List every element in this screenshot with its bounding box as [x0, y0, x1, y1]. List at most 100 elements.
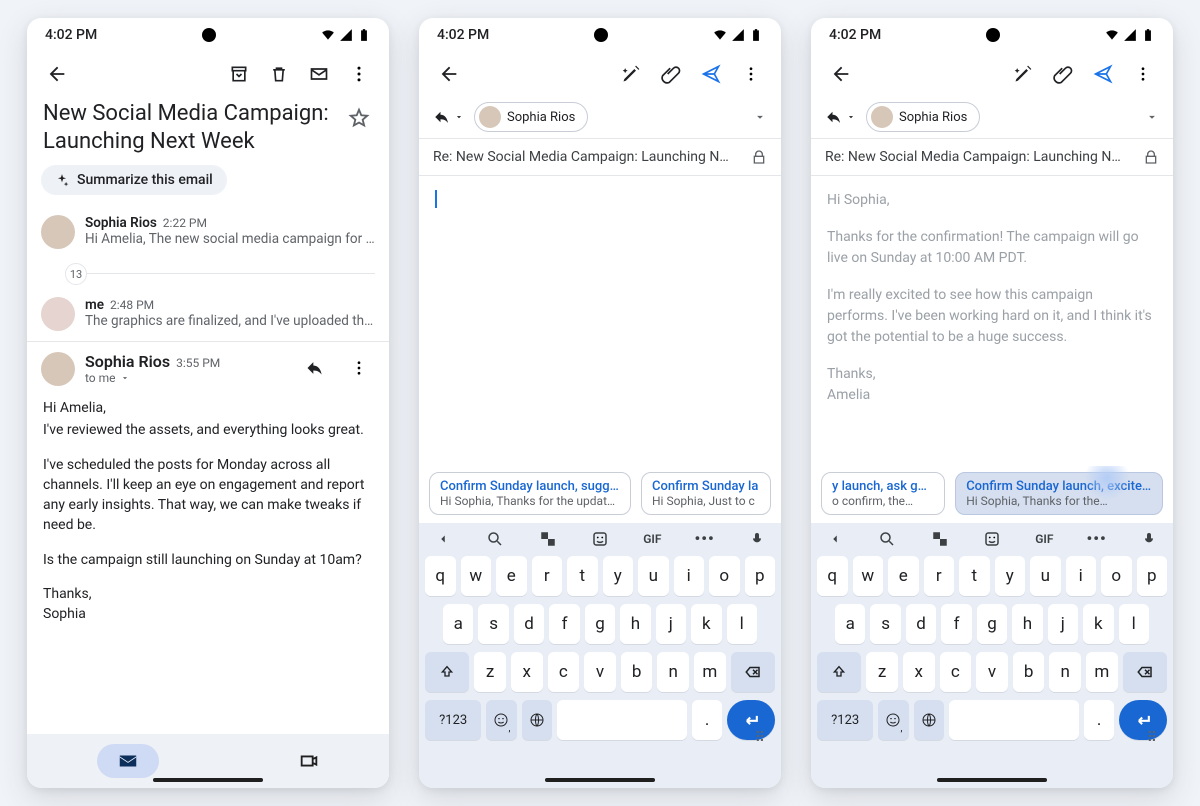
back-button[interactable] — [825, 58, 857, 90]
sticker-icon[interactable] — [980, 530, 1004, 548]
key-m[interactable]: m — [694, 652, 726, 692]
key-x[interactable]: x — [511, 652, 543, 692]
back-button[interactable] — [41, 58, 73, 90]
keyboard-handle-icon[interactable]: ⠿ — [1147, 730, 1159, 746]
emoji-key[interactable]: , — [878, 700, 908, 740]
key-h[interactable]: h — [620, 604, 650, 644]
key-y[interactable]: y — [603, 556, 634, 596]
space-key[interactable] — [557, 700, 687, 740]
gif-label[interactable]: GIF — [640, 532, 664, 546]
key-m[interactable]: m — [1086, 652, 1118, 692]
more-button[interactable] — [343, 352, 375, 384]
keyboard[interactable]: GIF ••• qwertyuiop asdfghjkl zxcvbnm ?12… — [419, 523, 781, 788]
shift-key[interactable] — [425, 652, 469, 692]
mic-icon[interactable] — [1137, 531, 1161, 547]
enter-key[interactable] — [1119, 700, 1167, 740]
search-icon[interactable] — [483, 530, 507, 548]
key-t[interactable]: t — [567, 556, 598, 596]
recipient-chip[interactable]: Sophia Rios — [866, 102, 980, 132]
key-w[interactable]: w — [853, 556, 884, 596]
key-a[interactable]: a — [835, 604, 865, 644]
more-button[interactable] — [1127, 58, 1159, 90]
key-p[interactable]: p — [1137, 556, 1168, 596]
mark-unread-button[interactable] — [303, 58, 335, 90]
archive-button[interactable] — [223, 58, 255, 90]
key-s[interactable]: s — [478, 604, 508, 644]
key-j[interactable]: j — [656, 604, 686, 644]
gif-label[interactable]: GIF — [1032, 532, 1056, 546]
key-s[interactable]: s — [870, 604, 900, 644]
key-t[interactable]: t — [959, 556, 990, 596]
globe-key[interactable] — [522, 700, 552, 740]
key-h[interactable]: h — [1012, 604, 1042, 644]
emoji-key[interactable]: , — [486, 700, 516, 740]
period-key[interactable]: . — [692, 700, 722, 740]
send-button[interactable] — [695, 58, 727, 90]
reply-button[interactable] — [299, 352, 331, 384]
key-v[interactable]: v — [584, 652, 616, 692]
message-collapsed[interactable]: me 2:48 PM The graphics are finalized, a… — [27, 287, 389, 341]
meet-tab[interactable] — [298, 750, 320, 772]
search-icon[interactable] — [875, 530, 899, 548]
suggestion-card-highlighted[interactable]: Confirm Sunday launch, excited. Hi Sophi… — [955, 472, 1163, 515]
attach-button[interactable] — [1047, 58, 1079, 90]
reply-mode-button[interactable] — [433, 108, 464, 126]
suggestion-card[interactable]: y launch, ask goals o confirm, the… — [821, 472, 945, 515]
attach-button[interactable] — [655, 58, 687, 90]
more-icon[interactable]: ••• — [1085, 529, 1109, 548]
key-g[interactable]: g — [585, 604, 615, 644]
suggestion-card[interactable]: Confirm Sunday la Hi Sophia, Just to c — [641, 472, 771, 515]
more-button[interactable] — [343, 58, 375, 90]
key-i[interactable]: i — [674, 556, 705, 596]
key-k[interactable]: k — [691, 604, 721, 644]
delete-button[interactable] — [263, 58, 295, 90]
key-c[interactable]: c — [940, 652, 972, 692]
message-collapsed[interactable]: Sophia Rios 2:22 PM Hi Amelia, The new s… — [27, 205, 389, 259]
key-r[interactable]: r — [532, 556, 563, 596]
key-p[interactable]: p — [745, 556, 776, 596]
translate-icon[interactable] — [928, 530, 952, 548]
key-q[interactable]: q — [817, 556, 848, 596]
send-button[interactable] — [1087, 58, 1119, 90]
summarize-chip[interactable]: Summarize this email — [41, 165, 227, 195]
key-g[interactable]: g — [977, 604, 1007, 644]
kbd-back-icon[interactable] — [431, 532, 455, 546]
key-l[interactable]: l — [727, 604, 757, 644]
key-d[interactable]: d — [906, 604, 936, 644]
back-button[interactable] — [433, 58, 465, 90]
globe-key[interactable] — [914, 700, 944, 740]
key-j[interactable]: j — [1048, 604, 1078, 644]
kbd-back-icon[interactable] — [823, 532, 847, 546]
key-n[interactable]: n — [657, 652, 689, 692]
key-z[interactable]: z — [474, 652, 506, 692]
key-l[interactable]: l — [1119, 604, 1149, 644]
key-k[interactable]: k — [1083, 604, 1113, 644]
enter-key[interactable] — [727, 700, 775, 740]
key-y[interactable]: y — [995, 556, 1026, 596]
more-button[interactable] — [735, 58, 767, 90]
key-a[interactable]: a — [443, 604, 473, 644]
recipient-chip[interactable]: Sophia Rios — [474, 102, 588, 132]
key-f[interactable]: f — [941, 604, 971, 644]
expand-recipients[interactable] — [753, 110, 767, 124]
key-d[interactable]: d — [514, 604, 544, 644]
mic-icon[interactable] — [745, 531, 769, 547]
compose-body[interactable] — [419, 176, 781, 466]
reply-mode-button[interactable] — [825, 108, 856, 126]
key-e[interactable]: e — [496, 556, 527, 596]
key-w[interactable]: w — [461, 556, 492, 596]
keyboard[interactable]: GIF ••• qwertyuiop asdfghjkl zxcvbnm ?12… — [811, 523, 1173, 788]
backspace-key[interactable] — [731, 652, 775, 692]
key-v[interactable]: v — [976, 652, 1008, 692]
shift-key[interactable] — [817, 652, 861, 692]
key-b[interactable]: b — [1013, 652, 1045, 692]
more-icon[interactable]: ••• — [693, 529, 717, 548]
star-button[interactable] — [345, 104, 373, 132]
help-me-write-button[interactable] — [615, 58, 647, 90]
key-r[interactable]: r — [924, 556, 955, 596]
help-me-write-button[interactable] — [1007, 58, 1039, 90]
mail-tab[interactable] — [97, 744, 159, 778]
key-z[interactable]: z — [866, 652, 898, 692]
keyboard-handle-icon[interactable]: ⠿ — [755, 730, 767, 746]
key-u[interactable]: u — [1030, 556, 1061, 596]
